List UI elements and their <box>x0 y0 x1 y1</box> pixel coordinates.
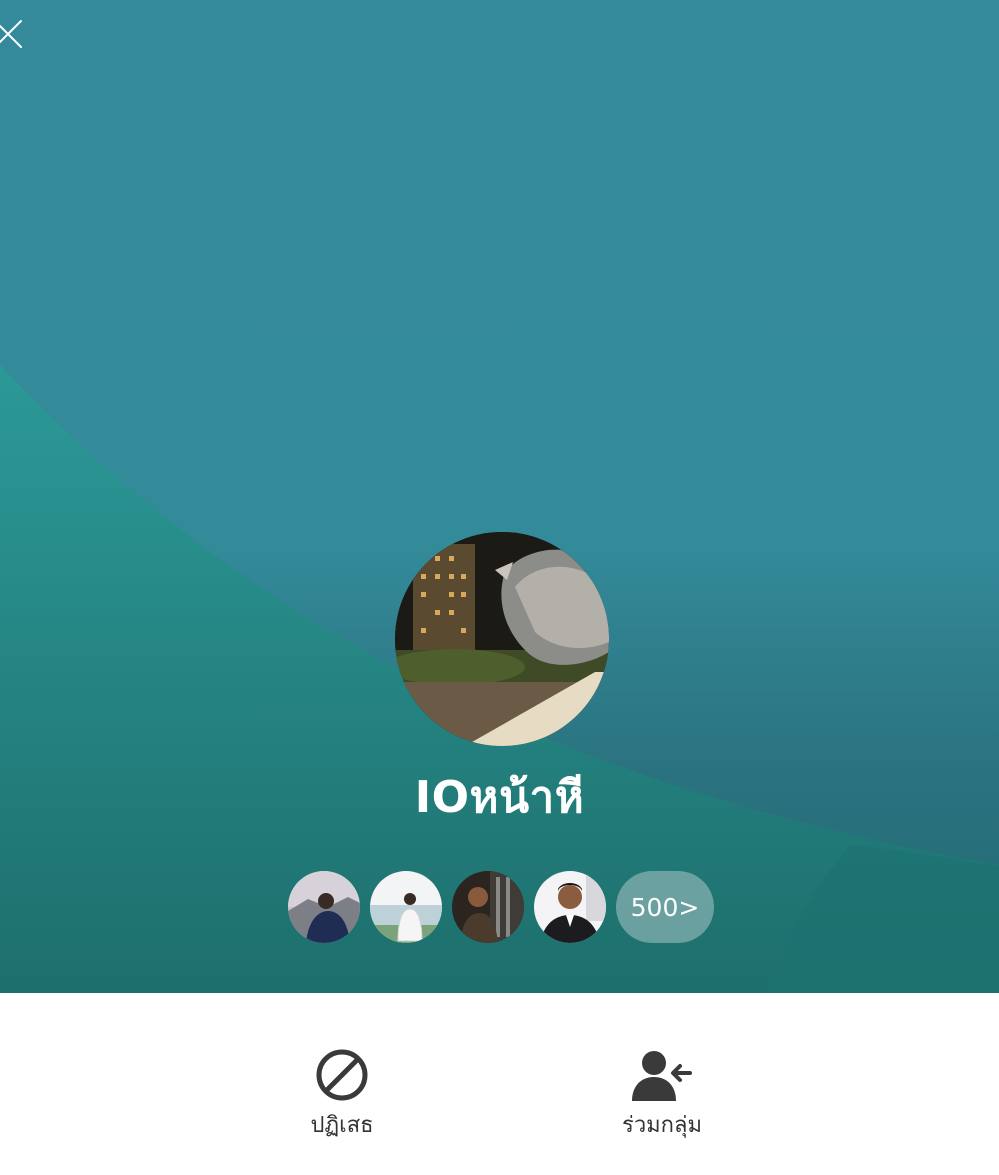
join-button[interactable]: ร่วมกลุ่ม <box>582 1045 742 1141</box>
close-icon <box>0 20 22 48</box>
group-invite-header: IOหน้าหี 500> <box>0 0 999 993</box>
join-group-icon <box>632 1045 692 1105</box>
member-count-button[interactable]: 500> <box>616 871 714 943</box>
reject-label: ปฏิเสธ <box>310 1113 374 1138</box>
background-wave <box>0 365 999 993</box>
member-avatar[interactable] <box>534 871 606 943</box>
member-avatar[interactable] <box>370 871 442 943</box>
action-bar: ปฏิเสธ ร่วมกลุ่ม <box>0 993 999 1175</box>
member-list: 500> <box>288 871 714 943</box>
reject-button[interactable]: ปฏิเสธ <box>262 1045 422 1141</box>
member-avatar[interactable] <box>288 871 360 943</box>
group-avatar <box>395 532 609 746</box>
block-icon <box>312 1045 372 1105</box>
close-button[interactable] <box>0 18 24 50</box>
group-name: IOหน้าหี <box>414 772 585 823</box>
join-label: ร่วมกลุ่ม <box>622 1113 702 1138</box>
member-avatar[interactable] <box>452 871 524 943</box>
